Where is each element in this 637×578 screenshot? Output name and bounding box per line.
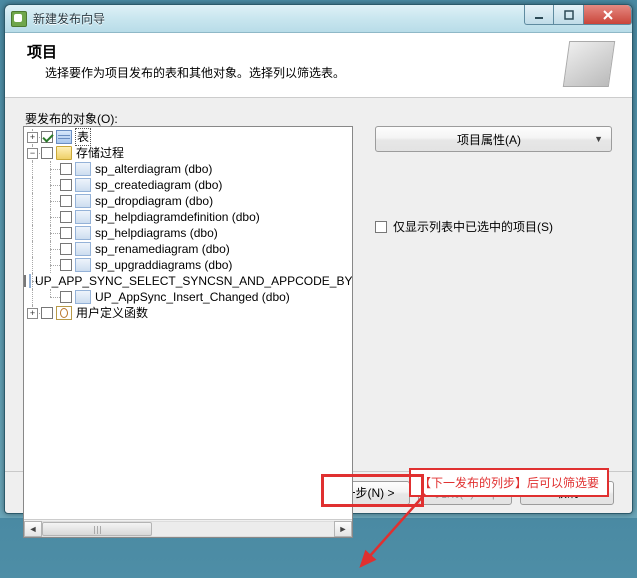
close-button[interactable] (584, 5, 632, 25)
tree-node-funcs[interactable]: + 用户定义函数 (24, 305, 352, 321)
scroll-thumb[interactable] (42, 522, 152, 536)
annotation-callout: 【下一发布的列步】后可以筛选要 (409, 468, 609, 497)
tree-node-proc[interactable]: sp_alterdiagram (dbo) (24, 161, 352, 177)
proc-icon (75, 290, 91, 304)
tree-node-proc[interactable]: sp_helpdiagramdefinition (dbo) (24, 209, 352, 225)
horizontal-scrollbar[interactable]: ◄ ► (24, 519, 352, 537)
checkbox-icon[interactable] (24, 275, 26, 287)
checkbox-icon[interactable] (41, 131, 53, 143)
table-icon (56, 130, 72, 144)
tree-node-tables[interactable]: + 表 (24, 129, 352, 145)
checkbox-icon[interactable] (60, 227, 72, 239)
window-buttons (524, 5, 632, 25)
expander-icon[interactable]: + (27, 308, 38, 319)
page-title: 项目 (27, 41, 566, 62)
checkbox-icon[interactable] (60, 243, 72, 255)
only-selected-row: 仅显示列表中已选中的项目(S) (375, 218, 612, 235)
title-bar: 新建发布向导 (5, 5, 632, 33)
tree-node-label: sp_creatediagram (dbo) (94, 177, 223, 193)
page-subtitle: 选择要作为项目发布的表和其他对象。选择列以筛选表。 (45, 64, 566, 81)
button-label: 项目属性(A) (384, 131, 594, 148)
checkbox-icon[interactable] (60, 179, 72, 191)
tree-node-proc[interactable]: UP_APP_SYNC_SELECT_SYNCSN_AND_APPCODE_BY… (24, 273, 352, 289)
only-selected-label: 仅显示列表中已选中的项目(S) (393, 218, 553, 235)
minimize-button[interactable] (524, 5, 554, 25)
proc-icon (29, 274, 31, 288)
window-title: 新建发布向导 (33, 10, 105, 27)
proc-icon (75, 194, 91, 208)
scroll-right-button[interactable]: ► (334, 521, 352, 537)
right-pane: 项目属性(A) ▼ 仅显示列表中已选中的项目(S) (375, 126, 612, 235)
tree-node-label: sp_renamediagram (dbo) (94, 241, 231, 257)
checkbox-icon[interactable] (60, 195, 72, 207)
scroll-left-button[interactable]: ◄ (24, 521, 42, 537)
tree-node-proc[interactable]: sp_renamediagram (dbo) (24, 241, 352, 257)
proc-icon (75, 242, 91, 256)
chevron-down-icon: ▼ (594, 134, 603, 144)
maximize-button[interactable] (554, 5, 584, 25)
checkbox-icon[interactable] (60, 259, 72, 271)
tree-node-label: sp_alterdiagram (dbo) (94, 161, 213, 177)
tree-node-label: UP_AppSync_Insert_Changed (dbo) (94, 289, 291, 305)
project-attributes-button[interactable]: 项目属性(A) ▼ (375, 126, 612, 152)
only-selected-checkbox[interactable] (375, 221, 387, 233)
tree-node-label: sp_upgraddiagrams (dbo) (94, 257, 233, 273)
expander-icon[interactable]: − (27, 148, 38, 159)
proc-icon (75, 258, 91, 272)
function-icon (56, 306, 72, 320)
proc-icon (75, 210, 91, 224)
checkbox-icon[interactable] (41, 307, 53, 319)
checkbox-icon[interactable] (60, 211, 72, 223)
tree-node-proc[interactable]: sp_creatediagram (dbo) (24, 177, 352, 193)
checkbox-icon[interactable] (41, 147, 53, 159)
tree-node-label: sp_helpdiagramdefinition (dbo) (94, 209, 261, 225)
wizard-header: 项目 选择要作为项目发布的表和其他对象。选择列以筛选表。 (5, 33, 632, 98)
header-glass-icon (563, 41, 615, 87)
object-tree[interactable]: + 表 − 存储过程 sp_alterdiagram (dbo) sp_crea… (24, 127, 352, 519)
proc-icon (75, 226, 91, 240)
proc-icon (75, 178, 91, 192)
wizard-body: 要发布的对象(O): + 表 − 存储过程 sp_alterdi (5, 98, 632, 471)
tree-node-label: sp_dropdiagram (dbo) (94, 193, 214, 209)
proc-icon (75, 162, 91, 176)
objects-label: 要发布的对象(O): (25, 110, 614, 127)
wizard-window: 新建发布向导 项目 选择要作为项目发布的表和其他对象。选择列以筛选表。 要发布的… (4, 4, 633, 514)
app-icon (11, 11, 27, 27)
checkbox-icon[interactable] (60, 291, 72, 303)
scroll-track[interactable] (42, 521, 334, 537)
tree-node-label: 表 (75, 128, 91, 146)
tree-node-proc[interactable]: sp_dropdiagram (dbo) (24, 193, 352, 209)
tree-node-label: 用户定义函数 (75, 305, 149, 321)
checkbox-icon[interactable] (60, 163, 72, 175)
tree-node-proc[interactable]: UP_AppSync_Insert_Changed (dbo) (24, 289, 352, 305)
expander-icon[interactable]: + (27, 132, 38, 143)
tree-node-label: UP_APP_SYNC_SELECT_SYNCSN_AND_APPCODE_BY… (34, 273, 352, 289)
tree-node-label: sp_helpdiagrams (dbo) (94, 225, 219, 241)
tree-node-label: 存储过程 (75, 145, 125, 161)
object-tree-panel: + 表 − 存储过程 sp_alterdiagram (dbo) sp_crea… (23, 126, 353, 538)
tree-node-procs[interactable]: − 存储过程 (24, 145, 352, 161)
tree-node-proc[interactable]: sp_upgraddiagrams (dbo) (24, 257, 352, 273)
tree-node-proc[interactable]: sp_helpdiagrams (dbo) (24, 225, 352, 241)
folder-icon (56, 146, 72, 160)
